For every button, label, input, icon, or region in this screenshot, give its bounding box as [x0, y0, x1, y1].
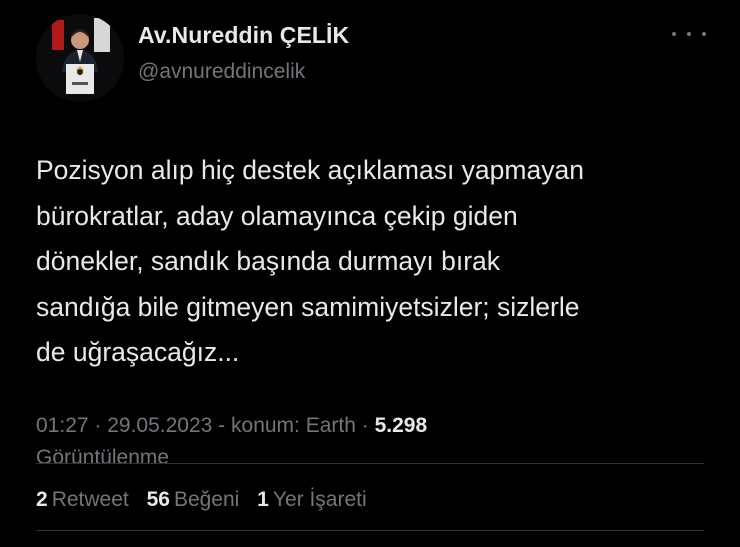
tweet-text: Pozisyon alıp hiç destek açıklaması yapm… — [36, 155, 584, 367]
retweets-count: 2 — [36, 488, 48, 511]
views-label: Görüntülenme — [36, 446, 170, 469]
tweet-location: konum: Earth — [231, 414, 356, 437]
profile-photo — [36, 14, 124, 102]
likes-count: 56 — [146, 488, 170, 511]
retweets-label: Retweet — [51, 488, 129, 511]
bookmarks-count: 1 — [257, 488, 269, 511]
more-dot — [672, 32, 676, 36]
author-handle[interactable]: @avnureddincelik — [138, 60, 305, 84]
meta-separator: · — [355, 414, 375, 437]
tweet-time[interactable]: 01:27 — [36, 414, 89, 437]
avatar[interactable] — [36, 14, 124, 102]
meta-separator: · — [88, 414, 108, 437]
tweet-date[interactable]: 29.05.2023 — [107, 414, 212, 437]
tweet-meta: 01:27 · 29.05.2023 - konum: Earth · 5.29… — [36, 410, 716, 474]
bookmarks-stat[interactable]: 1 Yer İşareti — [257, 488, 366, 511]
likes-stat[interactable]: 56 Beğeni — [147, 488, 240, 511]
meta-separator: - — [212, 414, 232, 437]
views-count: 5.298 — [374, 414, 428, 437]
bookmarks-label: Yer İşareti — [272, 488, 367, 511]
divider — [36, 530, 704, 531]
author-display-name[interactable]: Av.Nureddin ÇELİK — [138, 22, 349, 49]
more-dot — [702, 32, 706, 36]
likes-label: Beğeni — [173, 488, 240, 511]
engagement-stats: 2 Retweet 56 Beğeni 1 Yer İşareti — [36, 488, 379, 512]
more-horizontal-icon[interactable] — [672, 24, 706, 44]
more-dot — [687, 32, 691, 36]
retweets-stat[interactable]: 2 Retweet — [36, 488, 129, 511]
divider — [36, 463, 704, 464]
